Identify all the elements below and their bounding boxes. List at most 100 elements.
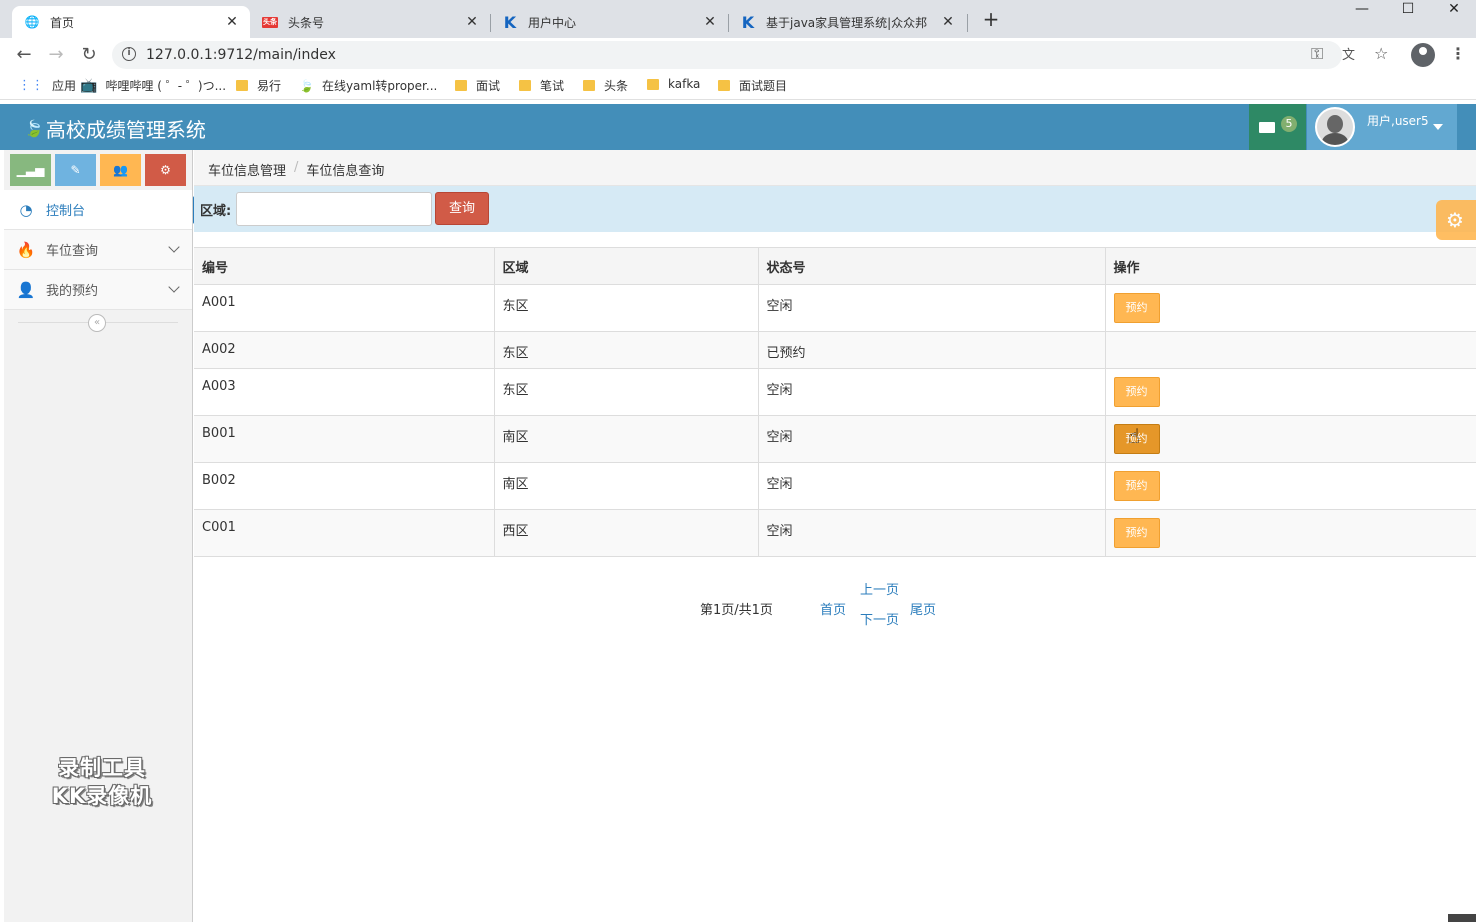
cell-id: A003 <box>194 368 495 416</box>
envelope-icon <box>1259 122 1275 133</box>
browser-tab-furniture[interactable]: K 基于java家具管理系统|众众邦 ✕ <box>728 6 966 38</box>
scrollbar-thumb[interactable] <box>1448 914 1476 922</box>
reserve-button[interactable]: 预约 <box>1113 471 1160 501</box>
sidebar-item-dashboard[interactable]: ◔ 控制台 <box>4 190 192 230</box>
sidebar-item-parking-query[interactable]: 🔥 车位查询 <box>4 230 192 270</box>
reserve-button[interactable]: 预约 <box>1113 424 1160 454</box>
breadcrumb-item[interactable]: 车位信息管理 <box>208 160 286 179</box>
shortcut-chart-button[interactable]: ▁▃▅ <box>10 154 51 186</box>
url-text: 127.0.0.1:9712/main/index <box>146 47 336 63</box>
cell-id: B002 <box>194 462 495 510</box>
tab-title: 用户中心 <box>528 15 577 30</box>
message-count-badge: 5 <box>1281 116 1297 132</box>
maximize-button[interactable]: ☐ <box>1385 0 1431 20</box>
cogs-icon: ⚙ <box>160 163 171 177</box>
close-icon[interactable]: ✕ <box>940 14 956 30</box>
folder-icon <box>647 78 659 90</box>
forward-button[interactable]: → <box>44 43 68 67</box>
caret-down-icon <box>1433 124 1443 130</box>
browser-tab-user-center[interactable]: K 用户中心 ✕ <box>490 6 728 38</box>
shortcut-users-button[interactable]: 👥 <box>100 154 141 186</box>
cell-area: 南区 <box>494 462 759 510</box>
bookmark-folder[interactable]: 头条 <box>583 77 628 94</box>
query-button[interactable]: 查询 <box>435 192 489 225</box>
url-field[interactable]: i 127.0.0.1:9712/main/index <box>112 41 1342 69</box>
folder-icon <box>583 80 595 91</box>
app-header: 🍃 高校成绩管理系统 5 用户,user5 <box>0 104 1476 150</box>
apps-icon: ⋮⋮ <box>18 78 44 93</box>
pencil-icon: ✎ <box>70 163 81 177</box>
table-header-row: 编号 区域 状态号 操作 <box>194 247 1476 285</box>
bookmark-folder[interactable]: 笔试 <box>519 77 564 94</box>
browser-tab-home[interactable]: 🌐 首页 ✕ <box>12 6 250 38</box>
tab-title: 基于java家具管理系统|众众邦 <box>766 15 928 30</box>
reserve-button[interactable]: 预约 <box>1113 377 1160 407</box>
sidebar-item-my-reservations[interactable]: 👤 我的预约 <box>4 270 192 310</box>
reserve-button[interactable]: 预约 <box>1113 518 1160 548</box>
info-icon[interactable]: i <box>122 47 136 61</box>
dashboard-icon: ◔ <box>19 200 33 219</box>
settings-toggle-button[interactable]: ⚙ <box>1436 200 1476 240</box>
breadcrumb-item-current: 车位信息查询 <box>306 164 385 179</box>
cell-area: 东区 <box>494 331 759 369</box>
column-header: 操作 <box>1105 247 1476 285</box>
bookmark-label: 笔试 <box>540 79 565 93</box>
cell-status: 空闲 <box>758 462 1106 510</box>
tab-title: 首页 <box>50 15 75 30</box>
reload-button[interactable]: ↻ <box>77 43 101 67</box>
bookmark-label: 哔哩哔哩 ( ゜- ゜)つ... <box>105 79 227 93</box>
close-icon[interactable]: ✕ <box>702 14 718 30</box>
bookmark-label: 面试题目 <box>739 79 788 93</box>
bookmark-folder[interactable]: 易行 <box>236 77 281 94</box>
key-icon[interactable]: ⚿ <box>1311 44 1323 64</box>
area-label: 区域: <box>200 204 232 219</box>
shortcut-edit-button[interactable]: ✎ <box>55 154 96 186</box>
shortcut-settings-button[interactable]: ⚙ <box>145 154 186 186</box>
chevron-down-icon <box>168 281 180 293</box>
app-brand[interactable]: 🍃 高校成绩管理系统 <box>24 114 206 143</box>
bookmark-folder[interactable]: kafka <box>647 77 700 91</box>
bookmarks-bar: ⋮⋮ 应用 📺 哔哩哔哩 ( ゜- ゜)つ... 易行 🍃 在线yaml转pro… <box>0 72 1476 100</box>
bookmark-bilibili[interactable]: 📺 哔哩哔哩 ( ゜- ゜)つ... <box>80 77 226 94</box>
next-page-link[interactable]: 下一页 <box>860 609 899 628</box>
close-icon[interactable]: ✕ <box>464 14 480 30</box>
sidebar-item-label: 车位查询 <box>46 244 99 259</box>
collapse-sidebar-button[interactable]: « <box>88 314 106 332</box>
cell-action: 预约 <box>1105 284 1476 332</box>
close-icon[interactable]: ✕ <box>224 14 240 30</box>
user-menu-button[interactable]: 用户,user5 <box>1307 104 1457 150</box>
window-close-button[interactable]: ✕ <box>1431 0 1476 20</box>
gear-icon: ⚙ <box>1446 208 1464 232</box>
bookmark-folder[interactable]: 面试题目 <box>718 77 787 94</box>
bookmark-folder[interactable]: 面试 <box>455 77 500 94</box>
bookmark-yaml[interactable]: 🍃 在线yaml转proper... <box>299 77 437 94</box>
cell-area: 南区 <box>494 415 759 463</box>
menu-icon[interactable]: ⋮ <box>1450 44 1466 63</box>
browser-tab-toutiao[interactable]: 头条 头条号 ✕ <box>250 6 490 38</box>
fire-icon: 🔥 <box>16 240 36 259</box>
bookmark-apps[interactable]: ⋮⋮ 应用 <box>18 77 76 94</box>
prev-page-link[interactable]: 上一页 <box>860 579 899 598</box>
breadcrumb-separator: / <box>294 160 299 175</box>
reserve-button[interactable]: 预约 <box>1113 293 1160 323</box>
profile-icon[interactable] <box>1411 43 1435 67</box>
back-button[interactable]: ← <box>12 43 36 67</box>
table-row: A001 东区 空闲 预约 <box>194 284 1476 332</box>
cell-id: A002 <box>194 331 495 369</box>
column-header: 区域 <box>494 247 759 285</box>
user-name: 用户,user5 <box>1367 114 1429 128</box>
avatar <box>1315 107 1355 147</box>
leaf-icon: 🍃 <box>299 78 314 93</box>
globe-icon: 🌐 <box>24 15 40 29</box>
cell-action: 预约 <box>1105 509 1476 557</box>
new-tab-button[interactable]: + <box>980 8 1002 30</box>
star-icon[interactable]: ☆ <box>1374 44 1388 63</box>
last-page-link[interactable]: 尾页 <box>910 599 936 618</box>
minimize-button[interactable]: — <box>1339 0 1385 20</box>
cell-action: 预约 <box>1105 415 1476 463</box>
translate-icon[interactable]: 文 <box>1342 44 1355 63</box>
first-page-link[interactable]: 首页 <box>820 599 846 618</box>
area-search-input[interactable] <box>236 192 432 226</box>
cell-action: 预约 <box>1105 368 1476 416</box>
messages-button[interactable]: 5 <box>1249 104 1306 150</box>
